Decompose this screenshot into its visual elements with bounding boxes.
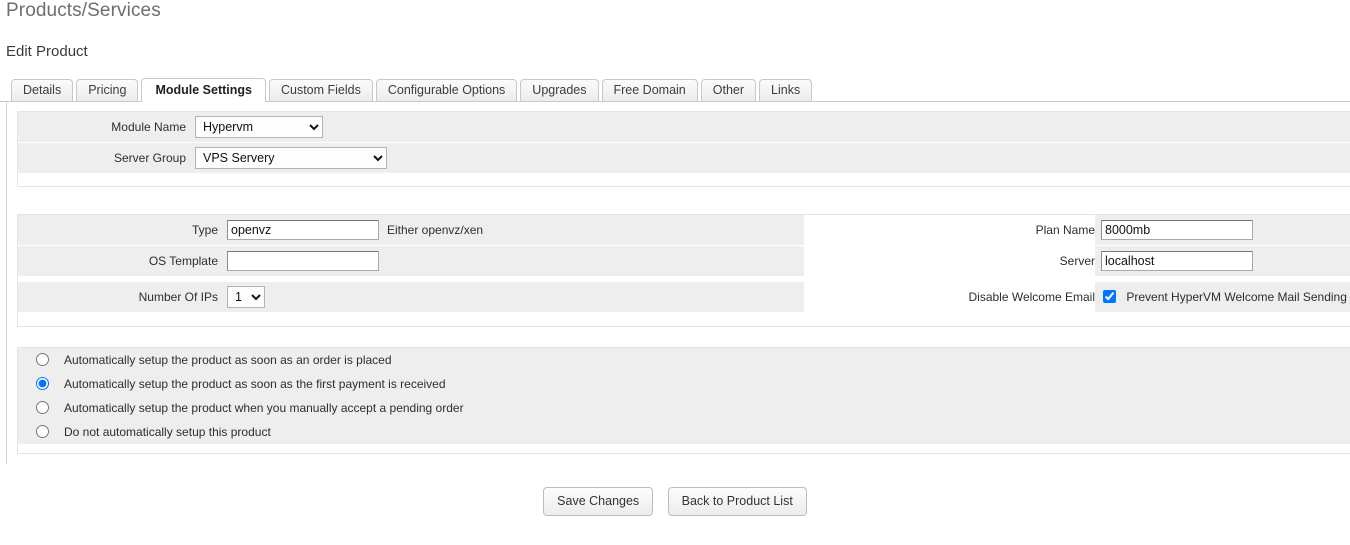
tab-other[interactable]: Other	[700, 79, 757, 101]
tab-links[interactable]: Links	[759, 79, 813, 101]
module-selection-panel: Module Name Hypervm Server Group VPS Ser…	[17, 111, 1350, 187]
autosetup-radio-3[interactable]	[36, 425, 49, 438]
tab-upgrades[interactable]: Upgrades	[520, 79, 599, 101]
server-row: Server	[18, 246, 1350, 276]
server-label: Server	[1059, 254, 1095, 268]
disable-welcome-email-label: Disable Welcome Email	[968, 290, 1096, 304]
autosetup-radio-0[interactable]	[36, 353, 49, 366]
tab-pricing[interactable]: Pricing	[76, 79, 139, 101]
server-input[interactable]	[1101, 251, 1253, 271]
plan-name-input[interactable]	[1101, 220, 1253, 240]
autosetup-option-label: Automatically setup the product when you…	[64, 401, 464, 415]
server-group-select[interactable]: VPS Servery	[195, 147, 387, 169]
autosetup-option-row[interactable]: Automatically setup the product when you…	[18, 396, 1350, 420]
plan-name-row: Plan Name	[18, 215, 1350, 245]
module-name-select[interactable]: Hypervm	[195, 116, 323, 138]
product-form: Module Name Hypervm Server Group VPS Ser…	[6, 102, 1350, 464]
prevent-welcome-mail-checkbox[interactable]	[1103, 290, 1116, 303]
back-to-product-list-button[interactable]: Back to Product List	[667, 487, 807, 516]
server-group-row: Server Group VPS Servery	[18, 143, 1350, 173]
tab-configurable-options[interactable]: Configurable Options	[375, 79, 518, 101]
form-actions: Save Changes Back to Product List	[0, 487, 1350, 516]
plan-name-label: Plan Name	[1035, 223, 1095, 237]
tab-free-domain[interactable]: Free Domain	[601, 79, 698, 101]
module-name-label: Module Name	[111, 120, 186, 134]
tab-bar: Details Pricing Module Settings Custom Fiel…	[0, 78, 1350, 102]
module-fields-panel: Type Either openvz/xen OS Template Numbe…	[17, 214, 1350, 327]
prevent-welcome-mail-label: Prevent HyperVM Welcome Mail Sending	[1126, 290, 1347, 304]
autosetup-panel: Automatically setup the product as soon …	[17, 347, 1350, 454]
autosetup-radio-1[interactable]	[36, 377, 49, 390]
prevent-welcome-mail-field[interactable]: Prevent HyperVM Welcome Mail Sending	[1103, 282, 1347, 312]
autosetup-option-row[interactable]: Do not automatically setup this product	[18, 420, 1350, 444]
autosetup-radio-2[interactable]	[36, 401, 49, 414]
autosetup-option-row[interactable]: Automatically setup the product as soon …	[18, 372, 1350, 396]
disable-welcome-email-row: Disable Welcome Email Prevent HyperVM We…	[18, 282, 1350, 312]
server-group-label: Server Group	[113, 151, 186, 165]
module-name-row: Module Name Hypervm	[18, 112, 1350, 142]
tab-list: Details Pricing Module Settings Custom Fiel…	[11, 78, 813, 102]
page-title: Products/Services	[6, 0, 161, 21]
autosetup-option-label: Automatically setup the product as soon …	[64, 377, 446, 391]
edit-product-page: Products/Services Edit Product Details Pr…	[0, 0, 1350, 545]
tab-details[interactable]: Details	[11, 79, 74, 101]
page-subtitle: Edit Product	[6, 43, 88, 60]
autosetup-option-row[interactable]: Automatically setup the product as soon …	[18, 348, 1350, 372]
autosetup-option-label: Automatically setup the product as soon …	[64, 353, 392, 367]
autosetup-option-label: Do not automatically setup this product	[64, 425, 271, 439]
tab-custom-fields[interactable]: Custom Fields	[268, 79, 373, 101]
tab-module-settings[interactable]: Module Settings	[141, 78, 266, 102]
save-changes-button[interactable]: Save Changes	[543, 487, 654, 516]
